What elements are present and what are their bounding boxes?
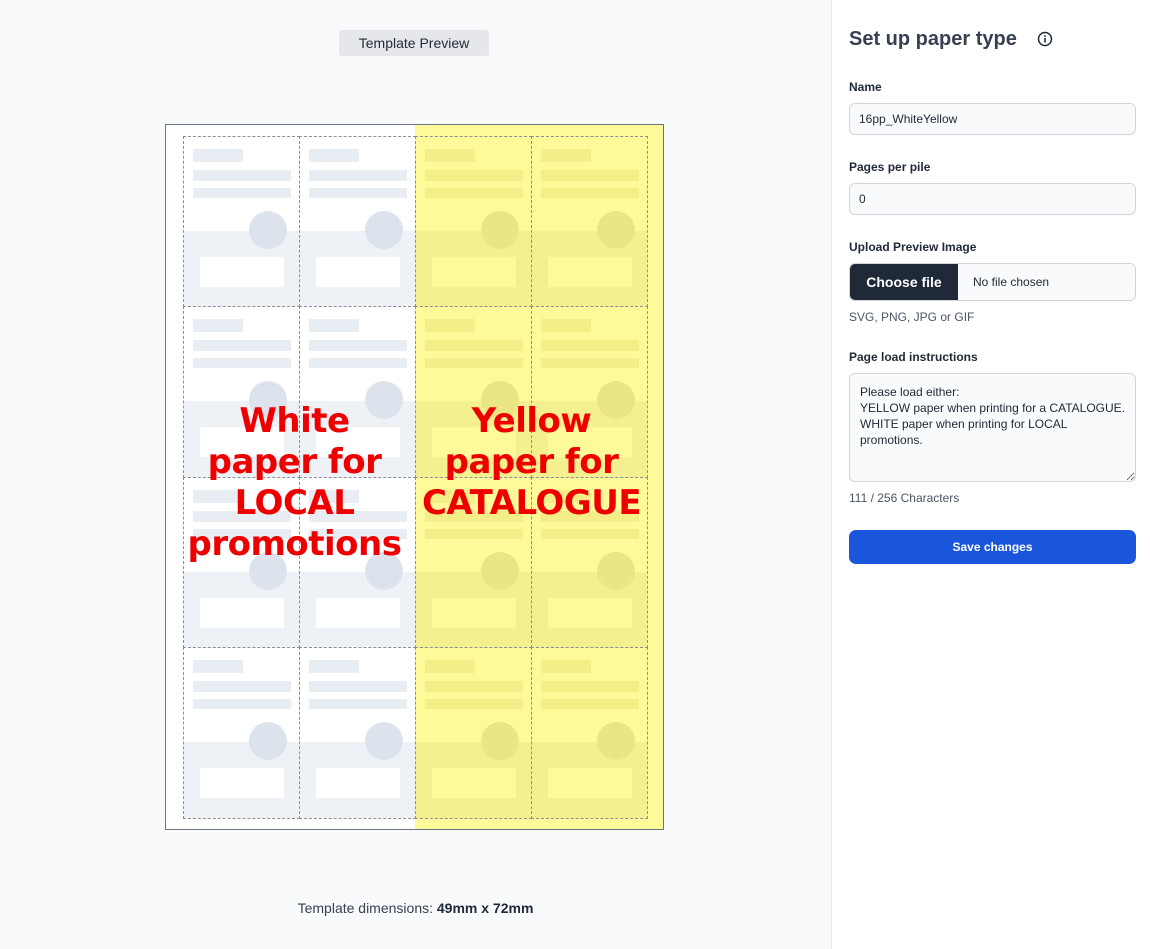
placeholder-block	[248, 210, 287, 249]
placeholder-block	[192, 148, 243, 162]
paper-type-settings-panel: Set up paper type Name Pages per pile Up…	[831, 0, 1150, 949]
placeholder-block	[424, 358, 523, 368]
placeholder-block	[424, 528, 523, 539]
placeholder-block	[192, 660, 243, 673]
template-cell	[182, 647, 300, 819]
placeholder-block	[364, 210, 403, 249]
placeholder-block	[431, 768, 516, 798]
dimensions-value: 49mm x 72mm	[436, 900, 534, 916]
placeholder-block	[424, 340, 523, 351]
placeholder-block	[315, 768, 400, 798]
page-load-instructions-textarea[interactable]: Please load either: YELLOW paper when pr…	[849, 373, 1136, 482]
template-dimensions: Template dimensions: 49mm x 72mm	[0, 900, 831, 916]
placeholder-block	[199, 597, 284, 628]
info-icon[interactable]	[1037, 31, 1053, 47]
placeholder-block	[199, 768, 284, 798]
placeholder-block	[424, 699, 523, 709]
template-cell	[414, 647, 532, 819]
placeholder-block	[540, 681, 639, 692]
template-cell	[530, 135, 648, 307]
panel-title: Set up paper type	[849, 28, 1017, 50]
template-cell	[414, 135, 532, 307]
template-cell	[298, 647, 416, 819]
placeholder-block	[540, 699, 639, 709]
placeholder-block	[308, 358, 407, 368]
save-changes-button[interactable]: Save changes	[849, 530, 1136, 564]
placeholder-block	[308, 148, 359, 162]
placeholder-block	[192, 358, 291, 368]
placeholder-block	[248, 722, 287, 760]
placeholder-block	[315, 597, 400, 628]
placeholder-block	[540, 358, 639, 368]
placeholder-block	[308, 340, 407, 351]
placeholder-block	[480, 551, 519, 590]
placeholder-block	[424, 660, 475, 673]
file-type-hint: SVG, PNG, JPG or GIF	[849, 310, 975, 324]
placeholder-block	[308, 319, 359, 332]
placeholder-block	[540, 148, 591, 162]
placeholder-block	[547, 768, 632, 798]
template-cell	[530, 647, 648, 819]
placeholder-block	[308, 187, 407, 198]
placeholder-block	[547, 256, 632, 287]
placeholder-block	[480, 210, 519, 249]
placeholder-block	[364, 722, 403, 760]
placeholder-block	[540, 319, 591, 332]
template-cell	[298, 135, 416, 307]
choose-file-button[interactable]: Choose file	[850, 264, 958, 300]
placeholder-block	[540, 169, 639, 181]
placeholder-block	[540, 187, 639, 198]
placeholder-block	[540, 660, 591, 673]
placeholder-block	[192, 699, 291, 709]
placeholder-block	[596, 722, 635, 760]
placeholder-block	[540, 528, 639, 539]
template-preview-pane: Template Preview White paper for LOCAL p…	[0, 0, 831, 949]
placeholder-block	[199, 256, 284, 287]
upload-preview-label: Upload Preview Image	[849, 240, 977, 254]
template-cell	[182, 135, 300, 307]
dimensions-label: Template dimensions:	[297, 900, 433, 916]
placeholder-block	[192, 681, 291, 692]
yellow-paper-annotation: Yellow paper for CATALOGUE	[421, 401, 642, 523]
placeholder-block	[547, 597, 632, 628]
page-load-instructions-label: Page load instructions	[849, 350, 978, 364]
placeholder-block	[424, 187, 523, 198]
placeholder-block	[308, 660, 359, 673]
character-count: 111 / 256 Characters	[849, 491, 960, 505]
file-status: No file chosen	[973, 275, 1050, 289]
placeholder-block	[431, 597, 516, 628]
placeholder-block	[431, 256, 516, 287]
placeholder-block	[424, 169, 523, 181]
placeholder-block	[596, 210, 635, 249]
placeholder-block	[424, 319, 475, 332]
placeholder-block	[308, 699, 407, 709]
placeholder-block	[192, 340, 291, 351]
white-paper-annotation: White paper for LOCAL promotions	[187, 401, 402, 564]
template-preview-button[interactable]: Template Preview	[339, 30, 489, 56]
placeholder-block	[424, 681, 523, 692]
placeholder-block	[192, 169, 291, 181]
placeholder-block	[480, 722, 519, 760]
placeholder-block	[540, 340, 639, 351]
placeholder-block	[308, 169, 407, 181]
placeholder-block	[596, 551, 635, 590]
placeholder-block	[192, 319, 243, 332]
placeholder-block	[192, 187, 291, 198]
file-upload-field[interactable]: Choose file No file chosen	[849, 263, 1136, 301]
placeholder-block	[308, 681, 407, 692]
placeholder-block	[424, 148, 475, 162]
placeholder-block	[315, 256, 400, 287]
name-input[interactable]	[849, 103, 1136, 135]
pages-per-pile-input[interactable]	[849, 183, 1136, 215]
pages-per-pile-label: Pages per pile	[849, 160, 931, 174]
name-label: Name	[849, 80, 882, 94]
